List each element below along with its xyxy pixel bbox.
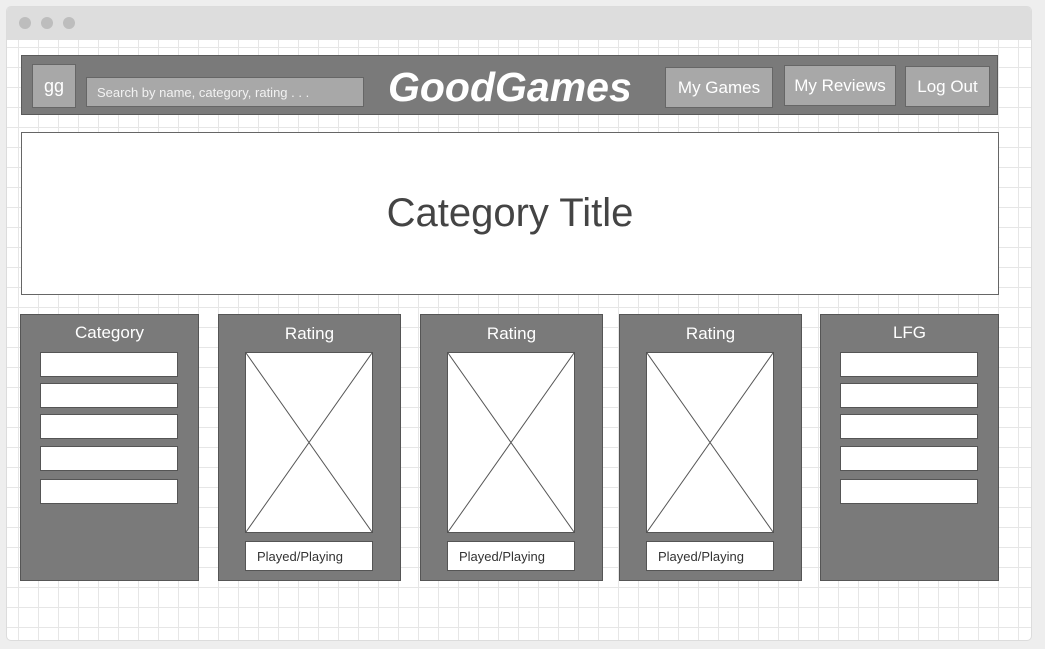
logo-button[interactable]: gg <box>32 64 76 108</box>
game-image-placeholder[interactable] <box>245 352 373 533</box>
lfg-list-item[interactable] <box>840 352 978 377</box>
brand-title: GoodGames <box>388 64 632 110</box>
rating-panel: Rating Played/Playing <box>218 314 401 581</box>
top-nav-bar: gg GoodGames My Games My Reviews Log Out <box>21 55 998 115</box>
lfg-list-item[interactable] <box>840 383 978 408</box>
played-playing-button[interactable]: Played/Playing <box>447 541 575 571</box>
image-placeholder-icon <box>448 353 574 532</box>
category-hero-banner: Category Title <box>21 132 999 295</box>
my-games-button[interactable]: My Games <box>665 67 773 108</box>
category-list-item[interactable] <box>40 352 178 377</box>
rating-panel: Rating Played/Playing <box>420 314 603 581</box>
rating-panel-title: Rating <box>284 324 335 343</box>
rating-panel: Rating Played/Playing <box>619 314 802 581</box>
rating-panel-title: Rating <box>685 324 736 343</box>
game-image-placeholder[interactable] <box>447 352 575 533</box>
window-titlebar <box>7 7 1031 40</box>
category-list-item[interactable] <box>40 446 178 471</box>
search-input[interactable] <box>86 77 364 107</box>
category-list-item[interactable] <box>40 479 178 504</box>
rating-panel-title: Rating <box>486 324 537 343</box>
my-reviews-button[interactable]: My Reviews <box>784 65 896 106</box>
category-list-item[interactable] <box>40 414 178 439</box>
played-playing-button[interactable]: Played/Playing <box>646 541 774 571</box>
game-image-placeholder[interactable] <box>646 352 774 533</box>
lfg-list-item[interactable] <box>840 479 978 504</box>
window-close-dot[interactable] <box>19 17 31 29</box>
log-out-button[interactable]: Log Out <box>905 66 990 107</box>
category-list-item[interactable] <box>40 383 178 408</box>
lfg-list-item[interactable] <box>840 414 978 439</box>
image-placeholder-icon <box>647 353 773 532</box>
image-placeholder-icon <box>246 353 372 532</box>
category-panel: Category <box>20 314 199 581</box>
lfg-list-item[interactable] <box>840 446 978 471</box>
played-playing-button[interactable]: Played/Playing <box>245 541 373 571</box>
window-minimize-dot[interactable] <box>41 17 53 29</box>
category-title: Category Title <box>386 191 634 235</box>
category-panel-title: Category <box>75 323 144 342</box>
lfg-panel-title: LFG <box>892 323 927 342</box>
window-maximize-dot[interactable] <box>63 17 75 29</box>
lfg-panel: LFG <box>820 314 999 581</box>
